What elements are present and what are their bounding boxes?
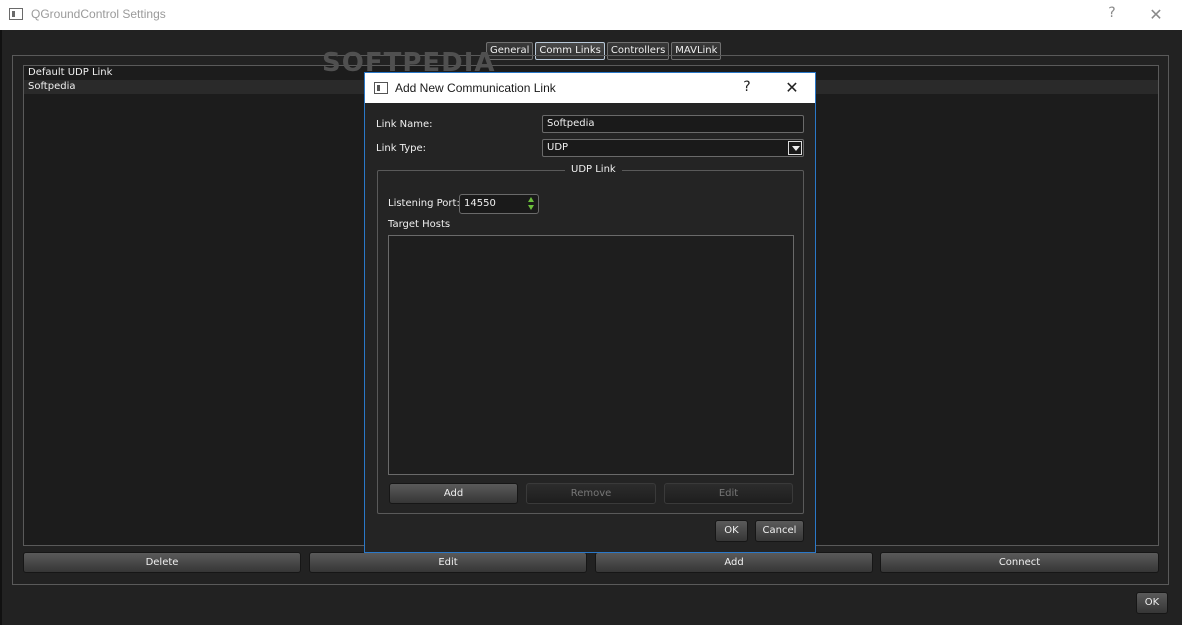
delete-link-button[interactable]: Delete: [23, 552, 301, 573]
target-hosts-list[interactable]: [388, 235, 794, 475]
edit-host-button[interactable]: Edit: [664, 483, 793, 504]
listening-port-label: Listening Port:: [388, 198, 460, 209]
add-link-dialog: Add New Communication Link ? ✕ Link Name…: [364, 72, 816, 553]
add-host-button[interactable]: Add: [389, 483, 518, 504]
listening-port-value: 14550: [464, 198, 496, 209]
listening-port-spinbox[interactable]: 14550: [459, 194, 539, 214]
window-titlebar: QGroundControl Settings ? ✕: [0, 0, 1182, 30]
dialog-cancel-button[interactable]: Cancel: [755, 520, 804, 542]
window-title: QGroundControl Settings: [31, 7, 166, 21]
udp-link-group: UDP Link Listening Port: 14550 Target Ho…: [377, 164, 804, 514]
link-type-select[interactable]: UDP: [542, 139, 804, 157]
target-hosts-label: Target Hosts: [388, 219, 451, 230]
dialog-ok-button[interactable]: OK: [715, 520, 748, 542]
spin-down-icon[interactable]: [528, 205, 534, 210]
dialog-window-icon: [374, 82, 388, 94]
add-link-button[interactable]: Add: [595, 552, 873, 573]
connect-link-button[interactable]: Connect: [880, 552, 1159, 573]
settings-ok-button[interactable]: OK: [1136, 592, 1168, 614]
link-name-label: Link Name:: [376, 119, 433, 130]
chevron-down-icon[interactable]: [788, 141, 802, 155]
link-name-field[interactable]: Softpedia: [542, 115, 804, 133]
remove-host-button[interactable]: Remove: [526, 483, 656, 504]
close-icon[interactable]: ✕: [1147, 5, 1165, 24]
dialog-help-icon[interactable]: ?: [739, 79, 755, 97]
dialog-title: Add New Communication Link: [395, 81, 556, 95]
edit-link-button[interactable]: Edit: [309, 552, 587, 573]
app-window-icon: [9, 8, 23, 20]
help-icon[interactable]: ?: [1104, 5, 1120, 23]
dialog-titlebar: Add New Communication Link ? ✕: [365, 73, 815, 103]
spin-up-icon[interactable]: [528, 197, 534, 202]
link-type-value: UDP: [547, 142, 569, 153]
udp-link-group-title: UDP Link: [565, 164, 622, 175]
dialog-close-icon[interactable]: ✕: [783, 78, 801, 97]
link-type-label: Link Type:: [376, 143, 426, 154]
